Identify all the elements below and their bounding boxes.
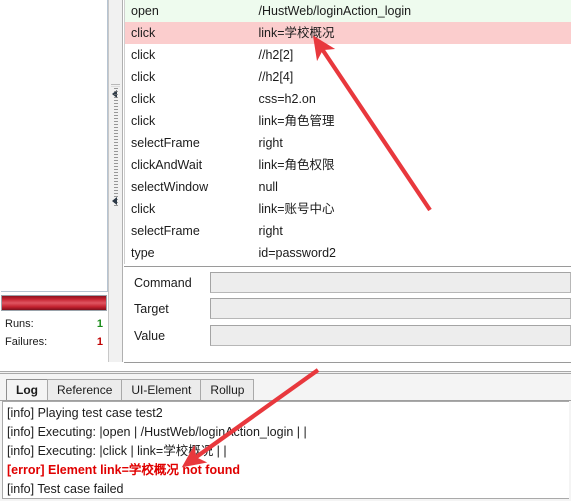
runs-value: 1 [96, 318, 103, 330]
table-row[interactable]: type id=password2 [124, 242, 571, 264]
value-label: Value [134, 329, 166, 343]
cell-target: //h2[4] [258, 70, 294, 84]
cell-target: link=账号中心 [258, 202, 335, 216]
test-case-pane: Runs: 1 Failures: 1 [0, 0, 109, 362]
cell-target: link=角色权限 [258, 158, 335, 172]
command-table-pane[interactable]: open/HustWeb/loginAction_login click link=… [124, 0, 571, 265]
table-row[interactable]: click //h2[2] [124, 44, 571, 66]
command-table[interactable]: open/HustWeb/loginAction_login click link=… [124, 0, 571, 264]
cell-command: selectFrame [124, 220, 253, 242]
table-row[interactable]: click link=学校概况 [124, 22, 571, 44]
selenium-ide-window: Runs: 1 Failures: 1 open/HustWeb/loginAc… [0, 0, 571, 501]
cell-command: selectFrame [124, 132, 253, 154]
cell-target: /HustWeb/loginAction_login [258, 4, 412, 18]
cell-command: open [124, 0, 253, 22]
cell-target: css=h2.on [258, 92, 316, 106]
target-label: Target [134, 302, 169, 316]
vertical-splitter[interactable] [109, 0, 123, 362]
table-row[interactable]: selectFrame right [124, 132, 571, 154]
command-input[interactable] [210, 272, 571, 293]
table-row[interactable]: click //h2[4] [124, 66, 571, 88]
cell-command: clickAndWait [124, 154, 253, 176]
log-line: [info] Executing: |click | link=学校概况 | | [7, 444, 227, 458]
command-editor-form: Command Target Value [124, 266, 571, 362]
top-area: Runs: 1 Failures: 1 open/HustWeb/loginAc… [0, 0, 571, 375]
cell-command: click [124, 110, 253, 132]
splitter-notch [111, 84, 120, 87]
counters: Runs: 1 Failures: 1 [3, 315, 107, 351]
table-row[interactable]: click css=h2.on [124, 88, 571, 110]
failures-label: Failures: [5, 336, 48, 348]
cell-target: //h2[2] [258, 48, 294, 62]
cell-target: right [258, 224, 283, 238]
table-row[interactable]: click link=账号中心 [124, 198, 571, 220]
value-input[interactable] [210, 325, 571, 346]
target-field-row: Target [124, 297, 571, 321]
log-panel: Log Reference UI-Element Rollup [info] Play… [0, 374, 571, 501]
log-line: [error] Element link=学校概况 not found [7, 463, 240, 477]
cell-command: click [124, 44, 253, 66]
cell-target: null [258, 180, 278, 194]
cell-target: link=角色管理 [258, 114, 335, 128]
triangle-left-icon[interactable] [112, 197, 117, 205]
table-row[interactable]: click link=角色管理 [124, 110, 571, 132]
test-case-list[interactable] [1, 0, 108, 292]
tab-log[interactable]: Log [6, 379, 48, 400]
log-tab-bar[interactable]: Log Reference UI-Element Rollup [0, 377, 571, 401]
cell-command: click [124, 66, 253, 88]
cell-target: id=password2 [258, 246, 336, 260]
tab-ui-element[interactable]: UI-Element [121, 379, 202, 400]
failures-counter: Failures: 1 [3, 333, 107, 351]
cell-command: type [124, 242, 253, 264]
splitter-grip[interactable] [114, 88, 118, 206]
log-line: [info] Playing test case test2 [7, 406, 163, 420]
runs-label: Runs: [5, 318, 34, 330]
failures-value: 1 [96, 336, 103, 348]
log-output[interactable]: [info] Playing test case test2 [info] Exe… [2, 401, 569, 499]
target-input[interactable] [210, 298, 571, 319]
cell-command: click [124, 198, 253, 220]
table-row[interactable]: clickAndWait link=角色权限 [124, 154, 571, 176]
cell-target: right [258, 136, 283, 150]
cell-target: link=学校概况 [258, 26, 335, 40]
log-line: [info] Test case failed [7, 482, 124, 496]
command-field-row: Command [124, 271, 571, 295]
value-field-row: Value [124, 324, 571, 348]
table-row[interactable]: open/HustWeb/loginAction_login [124, 0, 571, 22]
form-bottom-border [124, 362, 571, 363]
tab-rollup[interactable]: Rollup [200, 379, 255, 400]
cell-command: click [124, 88, 253, 110]
progress-bar-fill [2, 296, 106, 310]
cell-command: click [124, 22, 253, 44]
table-row[interactable]: selectWindow null [124, 176, 571, 198]
progress-bar [1, 295, 107, 311]
command-label: Command [134, 276, 192, 290]
cell-command: selectWindow [124, 176, 253, 198]
table-row[interactable]: selectFrame right [124, 220, 571, 242]
log-line: [info] Executing: |open | /HustWeb/login… [7, 425, 307, 439]
runs-counter: Runs: 1 [3, 315, 107, 333]
tab-reference[interactable]: Reference [47, 379, 123, 400]
